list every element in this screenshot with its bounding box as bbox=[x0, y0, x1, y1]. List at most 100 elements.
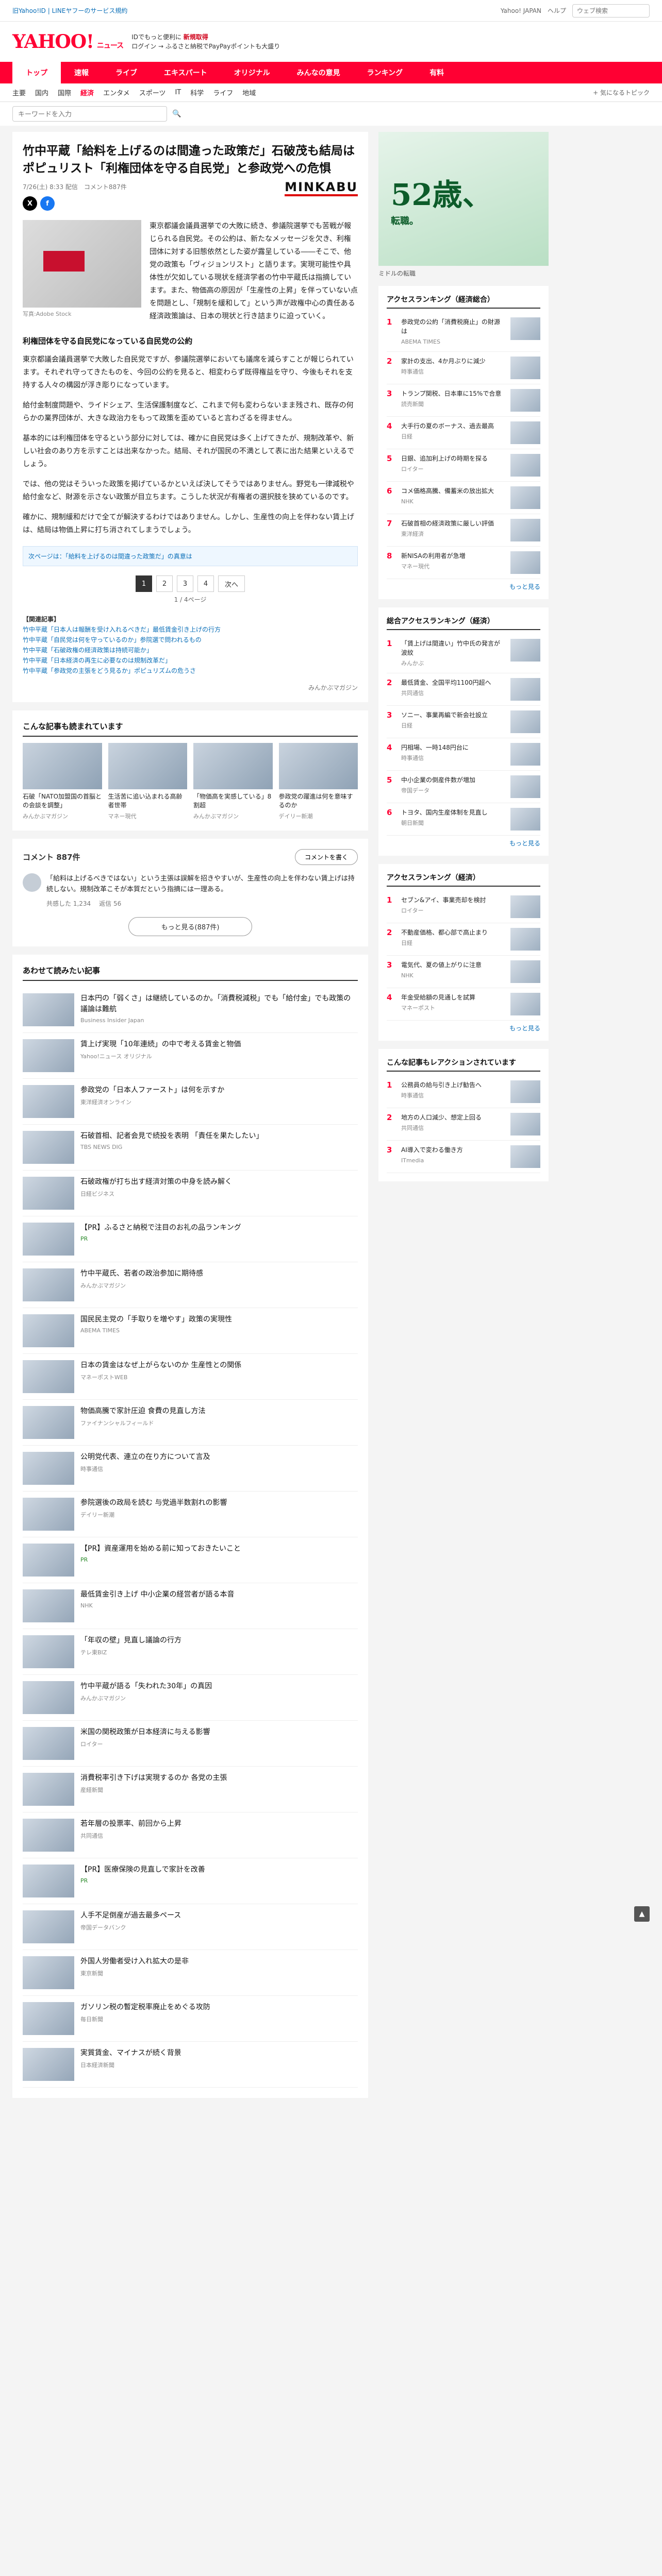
x-share-icon[interactable]: X bbox=[23, 196, 37, 211]
next-page-button[interactable]: 次へ bbox=[218, 575, 245, 592]
related-item[interactable]: 消費税率引き下げは実現するのか 各党の主張 産経新聞 bbox=[23, 1767, 358, 1812]
ranking-item[interactable]: 3 トランプ関税、日本車に15%で合意 読売新聞 bbox=[387, 384, 540, 417]
related-item[interactable]: ガソリン税の暫定税率廃止をめぐる攻防 毎日新聞 bbox=[23, 1996, 358, 2042]
related-item[interactable]: 石破政権が打ち出す経済対策の中身を読み解く 日経ビジネス bbox=[23, 1171, 358, 1216]
related-item[interactable]: 【PR】医療保険の見直しで家計を改善 PR bbox=[23, 1858, 358, 1904]
related-item[interactable]: 若年層の投票率、前回から上昇 共同通信 bbox=[23, 1812, 358, 1858]
news-search-input[interactable] bbox=[12, 106, 167, 122]
recommend-item[interactable]: 参政党の躍進は何を意味するのか デイリー新潮 bbox=[278, 743, 358, 820]
related-item[interactable]: 賃上げ実現「10年連続」の中で考える賃金と物価 Yahoo!ニュース オリジナル bbox=[23, 1033, 358, 1079]
nav-live[interactable]: ライブ bbox=[102, 62, 151, 83]
ranking-item[interactable]: 5 中小企業の倒産件数が増加 帝国データ bbox=[387, 771, 540, 803]
note-link[interactable]: 竹中平蔵「参政党の主張をどう見るか」ポピュリズムの危うさ bbox=[23, 666, 358, 676]
page-3[interactable]: 3 bbox=[176, 575, 193, 592]
article-photo[interactable] bbox=[23, 220, 141, 308]
page-2[interactable]: 2 bbox=[156, 575, 173, 592]
ranking-item[interactable]: 4 年金受給額の見通しを試算 マネーポスト bbox=[387, 988, 540, 1021]
ranking-more-link[interactable]: もっと見る bbox=[387, 839, 540, 848]
sidebar-ad[interactable]: 52歳、 転職。 bbox=[378, 132, 549, 266]
paypay-promo[interactable]: → ふるさと納税でPayPayポイントも大盛り bbox=[158, 43, 280, 50]
cat-economy[interactable]: 経済 bbox=[80, 88, 94, 97]
ranking-item[interactable]: 7 石破首相の経済政策に厳しい評価 東洋経済 bbox=[387, 514, 540, 547]
related-item[interactable]: 最低賃金引き上げ 中小企業の経営者が語る本音 NHK bbox=[23, 1583, 358, 1629]
ranking-item[interactable]: 1 セブン&アイ、事業売却を検討 ロイター bbox=[387, 891, 540, 923]
back-to-top-button[interactable]: ▲ bbox=[634, 1906, 650, 1922]
yahoo-news-logo[interactable]: YAHOO! ニュース bbox=[12, 31, 124, 53]
related-item[interactable]: 人手不足倒産が過去最多ペース 帝国データバンク bbox=[23, 1904, 358, 1950]
related-item[interactable]: 物価高騰で家計圧迫 食費の見直し方法 ファイナンシャルフィールド bbox=[23, 1400, 358, 1446]
ranking-item[interactable]: 5 日銀、追加利上げの時期を探る ロイター bbox=[387, 449, 540, 482]
favorite-topics-link[interactable]: + 気になるトピック bbox=[593, 88, 650, 97]
note-link[interactable]: 竹中平蔵「日本経済の再生に必要なのは規制改革だ」 bbox=[23, 655, 358, 666]
related-item[interactable]: 日本の賃金はなぜ上がらないのか 生産性との関係 マネーポストWEB bbox=[23, 1354, 358, 1400]
ranking-item[interactable]: 4 円相場、一時148円台に 時事通信 bbox=[387, 738, 540, 771]
ranking-item[interactable]: 1 「賃上げは間違い」竹中氏の発言が波紋 みんかぶ bbox=[387, 634, 540, 673]
related-item[interactable]: 竹中平蔵氏、若者の政治参加に期待感 みんかぶマガジン bbox=[23, 1262, 358, 1308]
cat-it[interactable]: IT bbox=[175, 89, 181, 96]
related-item[interactable]: 【PR】資産運用を始める前に知っておきたいこと PR bbox=[23, 1537, 358, 1583]
yahoo-japan-link[interactable]: Yahoo! JAPAN bbox=[501, 7, 541, 14]
ranking-item[interactable]: 8 新NISAの利用者が急増 マネー現代 bbox=[387, 547, 540, 579]
cat-science[interactable]: 科学 bbox=[190, 88, 204, 97]
ranking-item[interactable]: 6 コメ価格高騰、備蓄米の放出拡大 NHK bbox=[387, 482, 540, 514]
related-item[interactable]: 参政党の「日本人ファースト」は何を示すか 東洋経済オンライン bbox=[23, 1079, 358, 1125]
related-item[interactable]: 国民民主党の「手取りを増やす」政策の実現性 ABEMA TIMES bbox=[23, 1308, 358, 1354]
cat-sports[interactable]: スポーツ bbox=[139, 88, 166, 97]
facebook-share-icon[interactable]: f bbox=[40, 196, 55, 211]
top-search-input[interactable] bbox=[572, 4, 650, 18]
cat-entertainment[interactable]: エンタメ bbox=[103, 88, 130, 97]
announce-link[interactable]: 旧Yahoo!ID | LINEヤフーのサービス規約 bbox=[12, 6, 127, 15]
ranking-item[interactable]: 4 大手行の夏のボーナス、過去最高 日経 bbox=[387, 417, 540, 449]
help-link[interactable]: ヘルプ bbox=[548, 6, 566, 15]
recommend-item[interactable]: 石破「NATO加盟国の首脳との会談を調整」 みんかぶマガジン bbox=[23, 743, 102, 820]
related-item[interactable]: 日本円の「弱くさ」は継続しているのか。「消費税減税」でも「給付金」でも政策の議論… bbox=[23, 987, 358, 1033]
related-item[interactable]: 石破首相、記者会見で続投を表明 「責任を果たしたい」 TBS NEWS DIG bbox=[23, 1125, 358, 1171]
ranking-item[interactable]: 2 最低賃金、全国平均1100円超へ 共同通信 bbox=[387, 673, 540, 706]
reply-button[interactable]: 返信 56 bbox=[99, 899, 121, 908]
cat-main[interactable]: 主要 bbox=[12, 88, 26, 97]
ranking-more-link[interactable]: もっと見る bbox=[387, 1024, 540, 1032]
write-comment-button[interactable]: コメントを書く bbox=[294, 849, 358, 865]
note-link[interactable]: 竹中平蔵「石破政権の経済政策は持続可能か」 bbox=[23, 645, 358, 655]
recommend-item[interactable]: 生活苦に追い込まれる高齢者世帯 マネー現代 bbox=[108, 743, 187, 820]
nav-breaking[interactable]: 速報 bbox=[61, 62, 102, 83]
more-comments-button[interactable]: もっと見る(887件) bbox=[128, 917, 252, 936]
ranking-item[interactable]: 3 電気代、夏の値上がりに注意 NHK bbox=[387, 956, 540, 988]
nav-top[interactable]: トップ bbox=[12, 62, 61, 83]
cat-domestic[interactable]: 国内 bbox=[35, 88, 48, 97]
ranking-item[interactable]: 3 ソニー、事業再編で新会社設立 日経 bbox=[387, 706, 540, 738]
ranking-item[interactable]: 1 公務員の給与引き上げ勧告へ 時事通信 bbox=[387, 1076, 540, 1108]
page-1[interactable]: 1 bbox=[135, 575, 152, 592]
related-item[interactable]: 竹中平蔵が語る「失われた30年」の真因 みんかぶマガジン bbox=[23, 1675, 358, 1721]
page-4[interactable]: 4 bbox=[197, 575, 214, 592]
like-button[interactable]: 共感した 1,234 bbox=[46, 899, 91, 908]
cat-life[interactable]: ライフ bbox=[213, 88, 233, 97]
nav-paid[interactable]: 有料 bbox=[416, 62, 457, 83]
comment-count-link[interactable]: コメント887件 bbox=[84, 182, 127, 191]
signup-link[interactable]: 新規取得 bbox=[184, 33, 208, 41]
nav-expert[interactable]: エキスパート bbox=[151, 62, 221, 83]
ranking-item[interactable]: 3 AI導入で変わる働き方 ITmedia bbox=[387, 1141, 540, 1173]
related-item[interactable]: 公明党代表、連立の在り方について言及 時事通信 bbox=[23, 1446, 358, 1492]
nav-opinion[interactable]: みんなの意見 bbox=[284, 62, 354, 83]
related-item[interactable]: 「年収の壁」見直し議論の行方 テレ東BIZ bbox=[23, 1629, 358, 1675]
cat-local[interactable]: 地域 bbox=[242, 88, 256, 97]
note-link[interactable]: 竹中平蔵「日本人は報酬を受け入れるべきだ」最低賃金引き上げの行方 bbox=[23, 624, 358, 635]
search-icon[interactable]: 🔍 bbox=[172, 110, 181, 118]
related-item[interactable]: 実質賃金、マイナスが続く背景 日本経済新聞 bbox=[23, 2042, 358, 2088]
ranking-more-link[interactable]: もっと見る bbox=[387, 582, 540, 591]
related-item[interactable]: 米国の関税政策が日本経済に与える影響 ロイター bbox=[23, 1721, 358, 1767]
related-item[interactable]: 参院選後の政局を読む 与党過半数割れの影響 デイリー新潮 bbox=[23, 1492, 358, 1537]
related-item[interactable]: 外国人労働者受け入れ拡大の是非 東京新聞 bbox=[23, 1950, 358, 1996]
login-link[interactable]: ログイン bbox=[131, 43, 156, 50]
nav-original[interactable]: オリジナル bbox=[221, 62, 284, 83]
ranking-item[interactable]: 2 家計の支出、4か月ぶりに減少 時事通信 bbox=[387, 352, 540, 384]
ranking-item[interactable]: 2 地方の人口減少、想定上回る 共同通信 bbox=[387, 1108, 540, 1141]
recommend-item[interactable]: 「物価高を実感している」8割超 みんかぶマガジン bbox=[193, 743, 273, 820]
next-page-link[interactable]: 次ページは：「給料を上げるのは間違った政策だ」の真意は bbox=[23, 546, 358, 566]
ranking-item[interactable]: 2 不動産価格、都心部で高止まり 日経 bbox=[387, 923, 540, 956]
note-link[interactable]: 竹中平蔵「自民党は何を守っているのか」参院選で問われるもの bbox=[23, 635, 358, 645]
related-item[interactable]: 【PR】ふるさと納税で注目のお礼の品ランキング PR bbox=[23, 1216, 358, 1262]
ranking-item[interactable]: 1 参政党の公約「消費税廃止」の財源は ABEMA TIMES bbox=[387, 313, 540, 352]
nav-ranking[interactable]: ランキング bbox=[354, 62, 417, 83]
